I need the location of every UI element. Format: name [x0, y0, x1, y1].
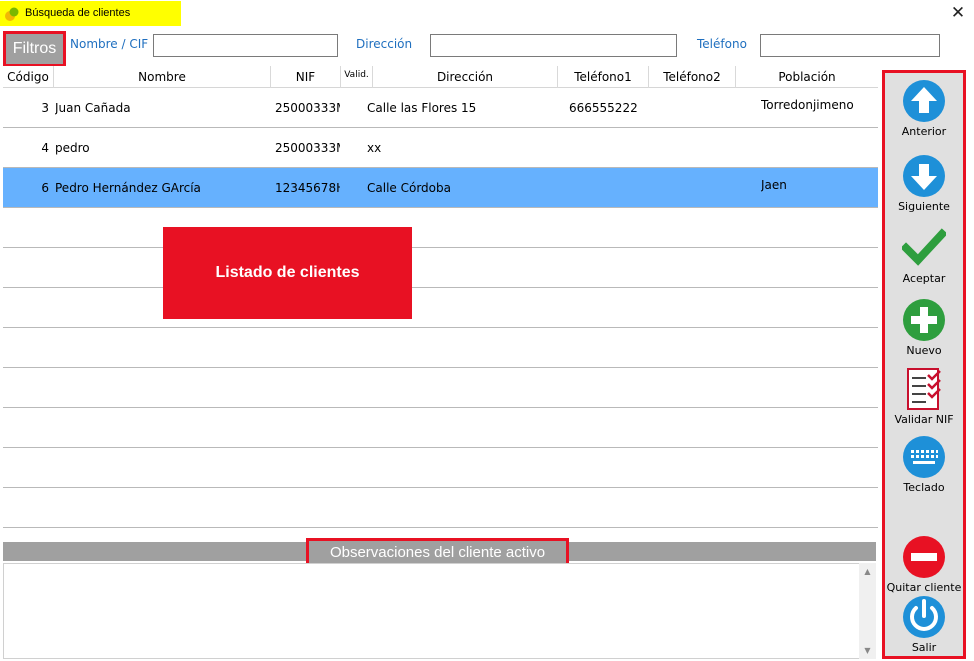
nuevo-button[interactable]: Nuevo: [885, 298, 963, 357]
arrow-down-icon: [903, 155, 945, 197]
checkmark-icon: [902, 228, 946, 266]
col-header-codigo[interactable]: Código: [3, 66, 54, 88]
siguiente-button[interactable]: Siguiente: [885, 154, 963, 213]
table-row[interactable]: [3, 408, 878, 448]
col-header-telefono2[interactable]: Teléfono2: [649, 66, 736, 88]
table-row[interactable]: [3, 208, 878, 248]
cell-telefono1: 666555222: [569, 101, 638, 115]
cell-nif: 25000333M: [275, 101, 340, 115]
table-row[interactable]: [3, 488, 878, 528]
arrow-up-icon: [903, 80, 945, 122]
checklist-icon: [907, 368, 941, 410]
col-header-telefono1[interactable]: Teléfono1: [558, 66, 649, 88]
col-header-poblacion[interactable]: Población: [736, 66, 878, 88]
filtros-label: Filtros: [12, 40, 57, 57]
cell-poblacion: [761, 137, 876, 159]
cell-direccion: xx: [367, 141, 382, 155]
table-row[interactable]: [3, 248, 878, 288]
table-row[interactable]: [3, 368, 878, 408]
cell-telefono1: [569, 168, 649, 208]
anterior-label: Anterior: [901, 125, 947, 138]
table-row[interactable]: 4 pedro 25000333M xx: [3, 128, 878, 168]
app-logo-icon: [5, 7, 19, 21]
col-header-direccion[interactable]: Dirección: [373, 66, 558, 88]
table-row[interactable]: [3, 328, 878, 368]
side-panel: Anterior Siguiente Aceptar Nuevo Validar…: [882, 70, 966, 659]
title-bar: Búsqueda de clientes ✕: [0, 0, 974, 27]
col-header-nombre[interactable]: Nombre: [54, 66, 271, 88]
cell-nif: 12345678H: [275, 181, 340, 195]
table-row[interactable]: [3, 288, 878, 328]
cell-nombre: pedro: [55, 141, 90, 155]
telefono-input[interactable]: [760, 34, 940, 57]
direccion-label: Dirección: [356, 37, 413, 51]
cell-codigo: 4: [41, 141, 49, 155]
cell-nombre: Juan Cañada: [55, 101, 131, 115]
cell-nombre: Pedro Hernández GArcía: [55, 181, 201, 195]
window-title: Búsqueda de clientes: [25, 7, 131, 19]
power-icon: [903, 596, 945, 638]
observaciones-textarea[interactable]: [3, 563, 876, 659]
cell-telefono2: [653, 88, 733, 128]
cell-codigo: 6: [41, 181, 49, 195]
keyboard-icon: [903, 436, 945, 478]
aceptar-label: Aceptar: [902, 272, 946, 285]
cell-direccion: Calle las Flores 15: [367, 101, 477, 115]
direccion-input[interactable]: [430, 34, 677, 57]
cell-codigo: 3: [41, 101, 49, 115]
quitar-cliente-label: Quitar cliente: [886, 581, 962, 594]
nuevo-label: Nuevo: [906, 344, 942, 357]
close-icon[interactable]: ✕: [948, 3, 968, 23]
col-header-nif[interactable]: NIF: [271, 66, 341, 88]
table-row[interactable]: [3, 448, 878, 488]
nombre-cif-label: Nombre / CIF: [70, 37, 149, 51]
cell-poblacion: Torredonjimeno: [761, 98, 854, 112]
teclado-label: Teclado: [903, 481, 945, 494]
aceptar-button[interactable]: Aceptar: [885, 226, 963, 285]
cell-telefono1: [569, 128, 649, 168]
validar-nif-button[interactable]: Validar NIF: [885, 367, 963, 426]
teclado-button[interactable]: Teclado: [885, 435, 963, 494]
col-header-valid[interactable]: Valid.: [341, 66, 373, 88]
minus-icon: [903, 536, 945, 578]
telefono-label: Teléfono: [697, 37, 747, 51]
listado-clientes-callout: Listado de clientes: [163, 227, 412, 319]
cell-nif: 25000333M: [275, 141, 340, 155]
siguiente-label: Siguiente: [898, 200, 950, 213]
anterior-button[interactable]: Anterior: [885, 79, 963, 138]
clients-grid[interactable]: Código Nombre NIF Valid. Dirección Teléf…: [3, 66, 878, 541]
cell-telefono2: [653, 128, 733, 168]
nombre-cif-input[interactable]: [153, 34, 338, 57]
validar-nif-label: Validar NIF: [894, 413, 954, 426]
salir-label: Salir: [911, 641, 937, 654]
grid-header: Código Nombre NIF Valid. Dirección Teléf…: [3, 66, 878, 88]
quitar-cliente-button[interactable]: Quitar cliente: [885, 535, 963, 594]
cell-direccion: Calle Córdoba: [367, 181, 451, 195]
table-row[interactable]: 3 Juan Cañada 25000333M Calle las Flores…: [3, 88, 878, 128]
plus-icon: [903, 299, 945, 341]
filtros-button[interactable]: Filtros: [3, 31, 66, 67]
cell-poblacion: Jaen: [761, 178, 787, 192]
salir-button[interactable]: Salir: [885, 595, 963, 654]
table-row-selected[interactable]: 6 Pedro Hernández GArcía 12345678H Calle…: [3, 168, 878, 208]
observaciones-scrollbar[interactable]: ▲ ▼: [859, 563, 876, 659]
scroll-up-icon[interactable]: ▲: [859, 563, 876, 580]
scroll-down-icon[interactable]: ▼: [859, 642, 876, 659]
cell-telefono2: [653, 168, 733, 208]
